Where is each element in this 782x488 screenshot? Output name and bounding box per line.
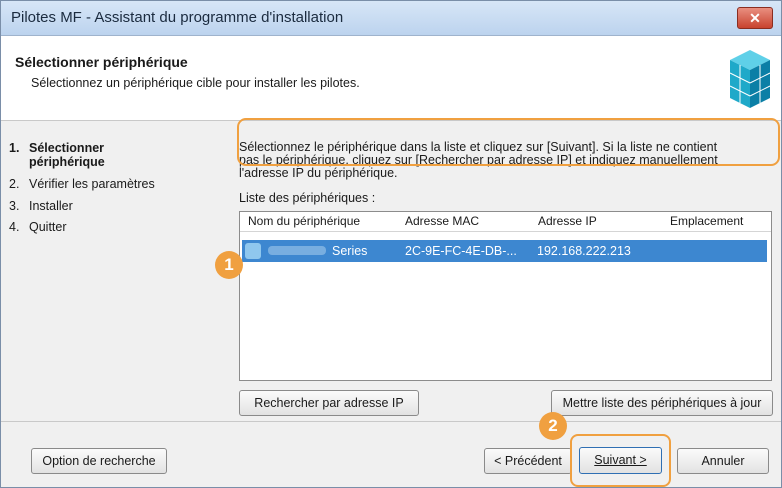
step-quit: 4. Quitter bbox=[9, 220, 67, 234]
step-select-device: 1. Sélectionner périphérique bbox=[9, 141, 105, 169]
step-install: 3. Installer bbox=[9, 199, 73, 213]
main-panel: Sélectionnez le périphérique dans la lis… bbox=[229, 121, 777, 421]
device-name: Series bbox=[332, 244, 368, 258]
wizard-header: Sélectionner périphérique Sélectionnez u… bbox=[1, 36, 781, 121]
callout-badge-1: 1 bbox=[215, 251, 243, 279]
device-list-header: Nom du périphérique Adresse MAC Adresse … bbox=[240, 212, 771, 232]
step-verify-settings: 2. Vérifier les paramètres bbox=[9, 177, 155, 191]
search-by-ip-button[interactable]: Rechercher par adresse IP bbox=[239, 390, 419, 416]
page-subtitle: Sélectionnez un périphérique cible pour … bbox=[31, 76, 360, 90]
printer-icon bbox=[245, 243, 261, 259]
close-button[interactable]: ✕ bbox=[737, 7, 773, 29]
cancel-button[interactable]: Annuler bbox=[677, 448, 769, 474]
callout-outline-device-row bbox=[237, 118, 780, 166]
device-mac: 2C-9E-FC-4E-DB-... bbox=[405, 244, 517, 258]
title-bar[interactable]: Pilotes MF - Assistant du programme d'in… bbox=[1, 1, 781, 36]
page-title: Sélectionner périphérique bbox=[15, 54, 188, 70]
search-options-button[interactable]: Option de recherche bbox=[31, 448, 167, 474]
installer-window: Pilotes MF - Assistant du programme d'in… bbox=[0, 0, 782, 488]
column-header-mac[interactable]: Adresse MAC bbox=[405, 214, 479, 228]
steps-sidebar: 1. Sélectionner périphérique 2. Vérifier l… bbox=[1, 121, 216, 421]
device-row[interactable]: Series 2C-9E-FC-4E-DB-... 192.168.222.21… bbox=[242, 240, 767, 262]
column-header-ip[interactable]: Adresse IP bbox=[538, 214, 597, 228]
device-list[interactable]: Nom du périphérique Adresse MAC Adresse … bbox=[239, 211, 772, 381]
footer-divider bbox=[1, 421, 781, 422]
column-header-location[interactable]: Emplacement bbox=[670, 214, 743, 228]
window-title: Pilotes MF - Assistant du programme d'in… bbox=[11, 9, 344, 26]
callout-outline-next bbox=[570, 434, 671, 487]
close-icon: ✕ bbox=[749, 10, 761, 26]
callout-badge-2: 2 bbox=[539, 412, 567, 440]
column-header-name[interactable]: Nom du périphérique bbox=[248, 214, 360, 228]
cube-icon bbox=[729, 50, 771, 108]
refresh-device-list-button[interactable]: Mettre liste des périphériques à jour bbox=[551, 390, 773, 416]
device-list-label: Liste des périphériques : bbox=[239, 191, 376, 205]
previous-button[interactable]: < Précédent bbox=[484, 448, 572, 474]
redacted-device-name bbox=[268, 246, 326, 255]
device-ip: 192.168.222.213 bbox=[537, 244, 631, 258]
